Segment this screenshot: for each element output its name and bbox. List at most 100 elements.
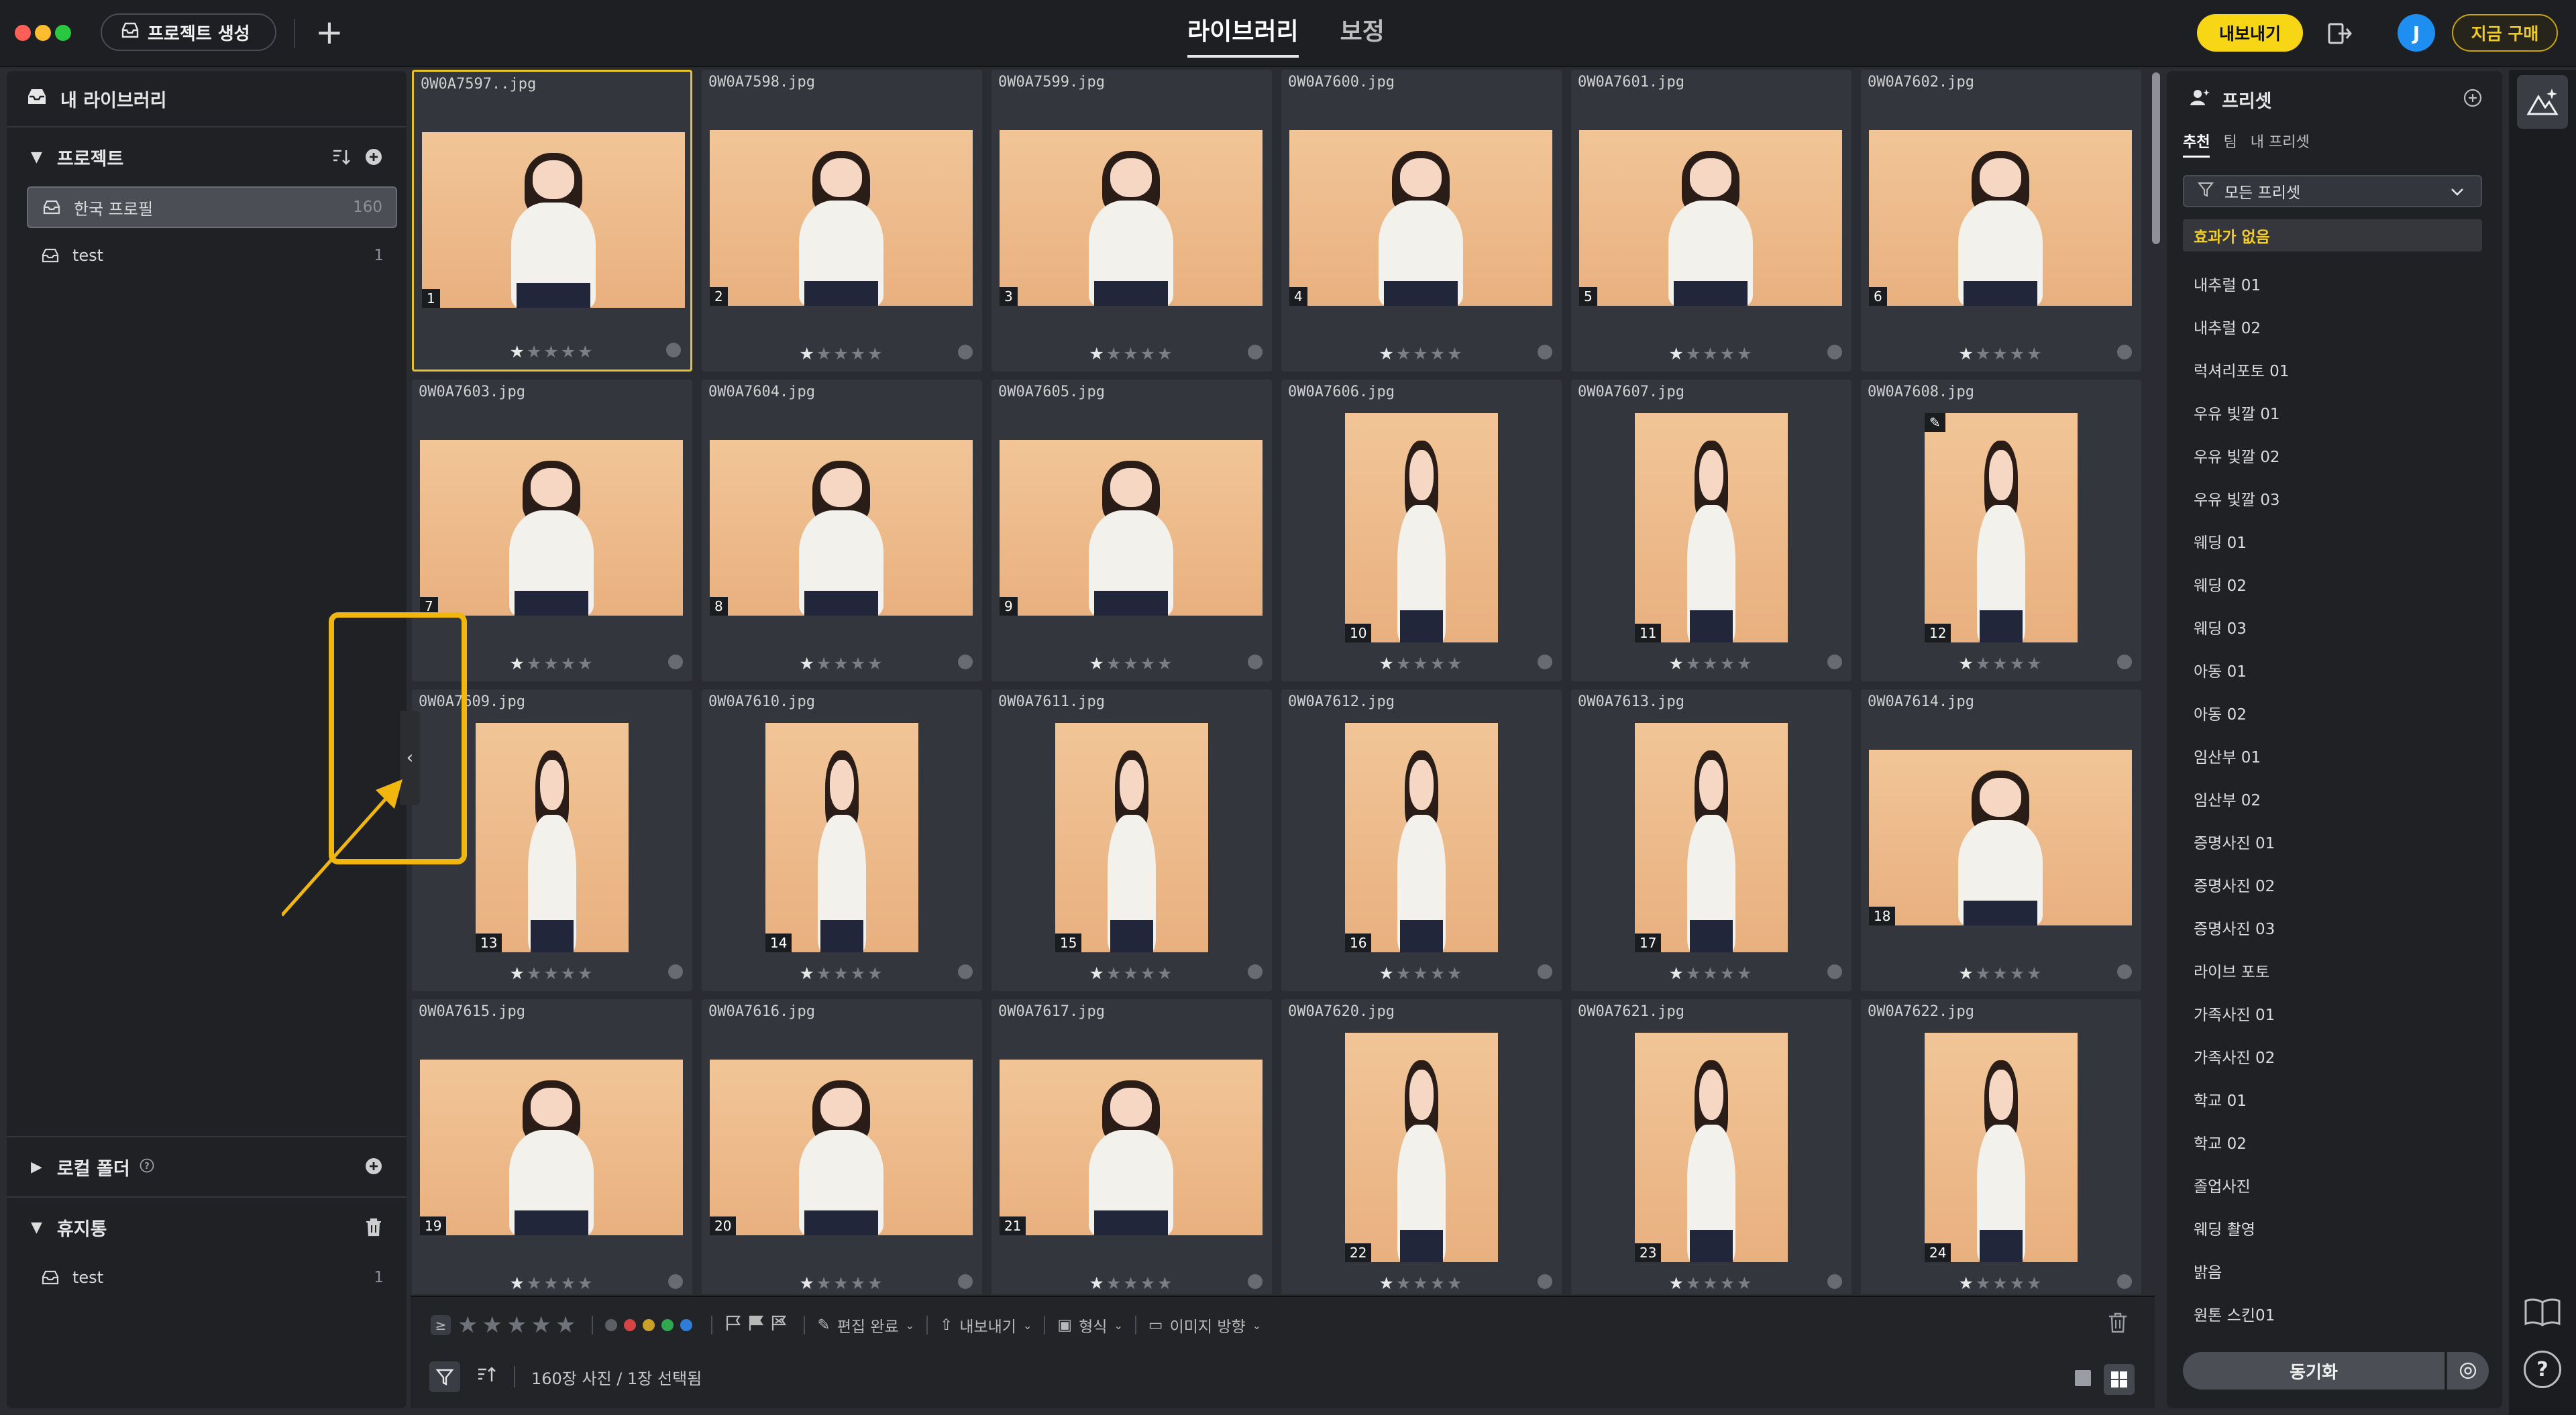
photo-card[interactable]: 0W0A7621.jpg 23 ★★★★★ bbox=[1571, 999, 1851, 1294]
preset-item[interactable]: 아동 01 bbox=[2167, 648, 2502, 691]
preset-item[interactable]: 웨딩 촬영 bbox=[2167, 1206, 2502, 1249]
buy-now-button[interactable]: 지금 구매 bbox=[2452, 14, 2558, 52]
star-icon[interactable]: ★ bbox=[1379, 1274, 1395, 1293]
star-rating[interactable]: ★★★★★ bbox=[1861, 654, 2141, 673]
star-icon[interactable]: ★ bbox=[867, 654, 884, 673]
star-rating[interactable]: ★★★★★ bbox=[702, 1274, 982, 1293]
filter-icon[interactable] bbox=[429, 1361, 460, 1392]
star-icon[interactable]: ★ bbox=[1447, 1274, 1464, 1293]
color-label-option[interactable] bbox=[680, 1319, 693, 1331]
star-icon[interactable]: ★ bbox=[1379, 964, 1395, 983]
preset-item[interactable]: 밝음 bbox=[2167, 1249, 2502, 1292]
star-icon[interactable]: ★ bbox=[543, 342, 560, 361]
photo-thumbnail[interactable] bbox=[1869, 130, 2132, 306]
star-icon[interactable]: ★ bbox=[1668, 654, 1685, 673]
star-icon[interactable]: ★ bbox=[1958, 1274, 1975, 1293]
photo-card[interactable]: 0W0A7615.jpg 19 ★★★★★ bbox=[412, 999, 692, 1294]
star-icon[interactable]: ★ bbox=[1668, 964, 1685, 983]
color-label-option[interactable] bbox=[661, 1319, 674, 1331]
star-icon[interactable]: ★ bbox=[2010, 1274, 2027, 1293]
photo-card[interactable]: 0W0A7598.jpg 2 ★★★★★ bbox=[702, 70, 982, 372]
photo-thumbnail[interactable] bbox=[1289, 130, 1552, 306]
star-rating[interactable]: ★★★★★ bbox=[1571, 654, 1851, 673]
close-window-button[interactable] bbox=[15, 25, 31, 41]
color-label-dot[interactable] bbox=[958, 1274, 973, 1289]
color-label-dot[interactable] bbox=[666, 343, 681, 357]
star-icon[interactable]: ★ bbox=[543, 654, 560, 673]
star-icon[interactable]: ★ bbox=[1140, 344, 1157, 363]
star-icon[interactable]: ★ bbox=[561, 654, 578, 673]
star-icon[interactable]: ★ bbox=[509, 964, 526, 983]
star-icon[interactable]: ★ bbox=[578, 654, 594, 673]
photo-card[interactable]: 0W0A7611.jpg 15 ★★★★★ bbox=[991, 689, 1272, 991]
star-rating[interactable]: ★★★★★ bbox=[991, 964, 1272, 983]
sync-button[interactable]: 동기화 bbox=[2183, 1352, 2445, 1390]
star-icon[interactable]: ★ bbox=[1720, 964, 1737, 983]
star-icon[interactable]: ★ bbox=[1703, 964, 1719, 983]
project-item-test[interactable]: test 1 bbox=[27, 235, 397, 276]
star-icon[interactable]: ★ bbox=[833, 964, 850, 983]
photo-card[interactable]: 0W0A7614.jpg 18 ★★★★★ bbox=[1861, 689, 2141, 991]
star-icon[interactable]: ★ bbox=[2010, 654, 2027, 673]
star-rating[interactable]: ★★★★★ bbox=[1571, 964, 1851, 983]
star-icon[interactable]: ★ bbox=[1140, 964, 1157, 983]
export-filter[interactable]: 내보내기 bbox=[959, 1314, 1016, 1337]
star-rating[interactable]: ★★★★★ bbox=[702, 964, 982, 983]
photo-thumbnail[interactable] bbox=[710, 130, 973, 306]
star-icon[interactable]: ★ bbox=[1686, 964, 1703, 983]
star-icon[interactable]: ★ bbox=[1123, 1274, 1140, 1293]
add-project-icon[interactable] bbox=[365, 148, 382, 170]
photo-card[interactable]: 0W0A7620.jpg 22 ★★★★★ bbox=[1281, 999, 1562, 1294]
help-circle-icon[interactable]: ? bbox=[140, 1157, 154, 1178]
star-icon[interactable]: ★ bbox=[1720, 654, 1737, 673]
rating-filter-stars[interactable]: ★★★★★ bbox=[458, 1312, 580, 1339]
star-rating[interactable]: ★★★★★ bbox=[412, 1274, 692, 1293]
photo-card[interactable]: 0W0A7613.jpg 17 ★★★★★ bbox=[1571, 689, 1851, 991]
star-rating[interactable]: ★★★★★ bbox=[1281, 654, 1562, 673]
color-label-dot[interactable] bbox=[1827, 655, 1842, 669]
preset-item[interactable]: 증명사진 02 bbox=[2167, 863, 2502, 906]
color-label-dot[interactable] bbox=[1248, 964, 1263, 979]
color-label-dot[interactable] bbox=[1248, 345, 1263, 359]
photo-card[interactable]: 0W0A7602.jpg 6 ★★★★★ bbox=[1861, 70, 2141, 372]
star-icon[interactable]: ★ bbox=[1737, 1274, 1754, 1293]
photo-thumbnail[interactable] bbox=[1925, 1033, 2078, 1262]
photo-thumbnail[interactable] bbox=[1869, 750, 2132, 925]
star-icon[interactable]: ★ bbox=[1668, 344, 1685, 363]
photo-thumbnail[interactable] bbox=[1925, 413, 2078, 642]
color-label-dot[interactable] bbox=[2117, 345, 2132, 359]
photo-thumbnail[interactable] bbox=[422, 132, 685, 308]
color-label-dot[interactable] bbox=[1538, 1274, 1552, 1289]
star-icon[interactable]: ★ bbox=[2027, 964, 2043, 983]
sync-settings-icon[interactable] bbox=[2447, 1352, 2489, 1390]
star-icon[interactable]: ★ bbox=[561, 342, 578, 361]
star-rating[interactable]: ★★★★★ bbox=[1281, 344, 1562, 363]
preset-item[interactable]: 웨딩 01 bbox=[2167, 520, 2502, 563]
photo-card[interactable]: 0W0A7606.jpg 10 ★★★★★ bbox=[1281, 380, 1562, 681]
minimize-window-button[interactable] bbox=[35, 25, 51, 41]
star-icon[interactable]: ★ bbox=[1396, 654, 1413, 673]
preset-item[interactable]: 아동 02 bbox=[2167, 691, 2502, 734]
star-icon[interactable]: ★ bbox=[1958, 964, 1975, 983]
star-icon[interactable]: ★ bbox=[851, 1274, 867, 1293]
star-icon[interactable]: ★ bbox=[1737, 654, 1754, 673]
photo-thumbnail[interactable] bbox=[1579, 130, 1842, 306]
star-icon[interactable]: ★ bbox=[1413, 654, 1430, 673]
projects-section-header[interactable]: ▼ 프로젝트 bbox=[7, 127, 407, 186]
photo-thumbnail[interactable] bbox=[765, 723, 918, 952]
star-icon[interactable]: ★ bbox=[1123, 344, 1140, 363]
star-icon[interactable]: ★ bbox=[2010, 964, 2027, 983]
star-rating[interactable]: ★★★★★ bbox=[1571, 344, 1851, 363]
star-icon[interactable]: ★ bbox=[561, 1274, 578, 1293]
color-label-option[interactable] bbox=[643, 1319, 655, 1331]
tab-recommended[interactable]: 추천 bbox=[2183, 130, 2210, 158]
photo-card[interactable]: 0W0A7610.jpg 14 ★★★★★ bbox=[702, 689, 982, 991]
star-icon[interactable]: ★ bbox=[561, 964, 578, 983]
photo-card[interactable]: 0W0A7617.jpg 21 ★★★★★ bbox=[991, 999, 1272, 1294]
photo-thumbnail[interactable] bbox=[1055, 723, 1208, 952]
star-icon[interactable]: ★ bbox=[1140, 1274, 1157, 1293]
star-icon[interactable]: ★ bbox=[799, 1274, 816, 1293]
preset-item[interactable]: 가족사진 02 bbox=[2167, 1035, 2502, 1078]
photo-thumbnail[interactable] bbox=[420, 1060, 683, 1235]
sort-order-icon[interactable] bbox=[476, 1365, 498, 1388]
